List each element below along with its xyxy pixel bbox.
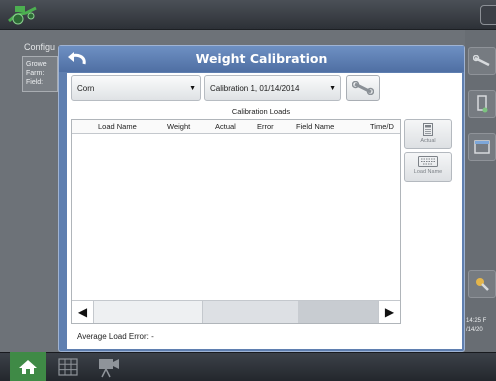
topbar-menu-button[interactable]	[480, 5, 496, 25]
scroll-right-button[interactable]: ▶	[378, 301, 400, 323]
crop-select[interactable]: Corn ▼	[71, 75, 201, 101]
tractor-logo-icon	[8, 6, 37, 25]
operation-info-box[interactable]: Growe Farm: Field:	[22, 56, 58, 92]
back-arrow-icon	[68, 52, 86, 65]
table-header: Load Name Weight Actual Error Field Name…	[72, 120, 400, 134]
load-name-button-label: Load Name	[413, 169, 443, 175]
column-weight[interactable]: Weight	[167, 122, 190, 131]
wrench-icon	[473, 55, 490, 67]
scroll-thumb[interactable]	[298, 301, 378, 323]
back-button[interactable]	[63, 49, 91, 69]
camera-icon[interactable]	[96, 356, 122, 378]
chevron-down-icon: ▼	[189, 85, 196, 92]
field-label: Field:	[26, 79, 44, 86]
calibration-settings-button[interactable]	[346, 75, 380, 101]
grower-label: Growe	[26, 61, 47, 68]
top-bar	[0, 0, 496, 30]
actual-button-label: Actual	[420, 138, 436, 144]
column-field-name[interactable]: Field Name	[296, 122, 334, 131]
dialog-title: Weight Calibration	[195, 51, 328, 66]
calibration-select-value: Calibration 1, 01/14/2014	[210, 84, 300, 93]
chevron-down-icon: ▼	[329, 85, 336, 92]
column-time-date[interactable]: Time/D	[370, 122, 394, 131]
wrench-icon	[352, 81, 374, 95]
crop-select-value: Corn	[77, 84, 95, 93]
calibration-loads-table[interactable]: Load Name Weight Actual Error Field Name…	[71, 119, 401, 324]
right-tools-button[interactable]	[468, 270, 496, 298]
actual-button[interactable]: Actual	[404, 119, 452, 149]
column-error[interactable]: Error	[257, 122, 274, 131]
right-window-button[interactable]	[468, 133, 496, 161]
dialog-titlebar: Weight Calibration	[59, 46, 464, 72]
clock-time: 14:25 F	[466, 318, 487, 324]
load-name-button[interactable]: Load Name	[404, 152, 452, 182]
clock-readout: 14:25 F /14/20	[466, 317, 486, 335]
scroll-track[interactable]	[202, 301, 298, 323]
config-heading: Configu	[24, 42, 56, 52]
home-icon	[19, 359, 37, 374]
column-actual[interactable]: Actual	[215, 122, 236, 131]
home-button[interactable]	[10, 352, 46, 381]
keyboard-icon	[418, 156, 438, 167]
clock-date: /14/20	[466, 327, 483, 333]
right-device-button[interactable]	[468, 90, 496, 118]
scroll-left-button[interactable]: ◀	[72, 301, 94, 323]
average-load-error: Average Load Error: -	[77, 332, 154, 341]
calibration-loads-label: Calibration Loads	[231, 107, 291, 116]
device-icon	[477, 95, 488, 113]
column-load-name[interactable]: Load Name	[98, 122, 137, 131]
tools-icon	[476, 278, 489, 291]
grid-icon[interactable]	[57, 357, 79, 377]
calibration-select[interactable]: Calibration 1, 01/14/2014 ▼	[204, 75, 341, 101]
dialog-body: Corn ▼ Calibration 1, 01/14/2014 ▼ Calib…	[67, 73, 462, 349]
right-wrench-button[interactable]	[468, 47, 496, 75]
right-toolbar	[465, 30, 496, 352]
horizontal-scrollbar[interactable]: ◀ ▶	[72, 300, 400, 323]
calculator-icon	[423, 123, 433, 136]
weight-calibration-dialog: Weight Calibration Corn ▼ Calibration 1,…	[58, 45, 465, 352]
window-icon	[474, 140, 490, 154]
farm-label: Farm:	[26, 70, 45, 77]
